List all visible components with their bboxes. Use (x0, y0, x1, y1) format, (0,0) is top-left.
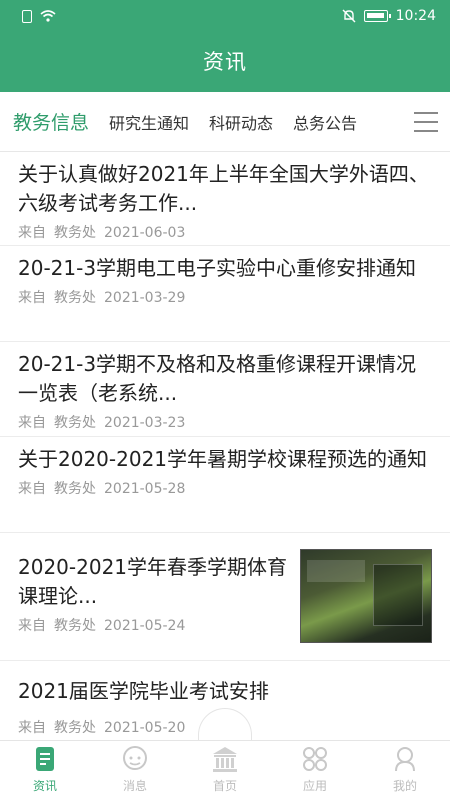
app-header: 10:24 资讯 (0, 0, 450, 92)
status-bar: 10:24 (0, 0, 450, 32)
list-item[interactable]: 20-21-3学期不及格和及格重修课程开课情况一览表（老系统... 来自 教务处 2… (0, 342, 450, 437)
document-icon (36, 747, 54, 771)
date: 2021-05-24 (104, 618, 186, 634)
source: 教务处 (54, 720, 96, 736)
nav-messages[interactable]: 消息 (90, 741, 180, 800)
news-list: 关于认真做好2021年上半年全国大学外语四、六级考试考务工作... 来自 教务处 2… (0, 152, 450, 740)
news-thumbnail (300, 549, 432, 643)
news-title: 关于认真做好2021年上半年全国大学外语四、六级考试考务工作... (18, 162, 429, 215)
date: 2021-05-20 (104, 720, 186, 736)
building-icon (213, 747, 237, 772)
nav-label: 消息 (122, 779, 147, 793)
source-prefix: 来自 (18, 415, 46, 431)
news-title: 20-21-3学期不及格和及格重修课程开课情况一览表（老系统... (18, 352, 417, 405)
nav-label: 应用 (302, 779, 327, 793)
user-icon (395, 747, 415, 772)
source: 教务处 (54, 225, 96, 241)
source: 教务处 (54, 618, 96, 634)
nav-label: 我的 (392, 779, 417, 793)
source-prefix: 来自 (18, 481, 46, 497)
date: 2021-05-28 (104, 481, 186, 497)
apps-icon (303, 747, 327, 771)
list-item[interactable]: 关于认真做好2021年上半年全国大学外语四、六级考试考务工作... 来自 教务处 2… (0, 152, 450, 246)
source-prefix: 来自 (18, 290, 46, 306)
nav-label: 首页 (212, 779, 237, 793)
nav-apps[interactable]: 应用 (270, 741, 360, 800)
source: 教务处 (54, 481, 96, 497)
list-item[interactable]: 2020-2021学年春季学期体育课理论... 来自 教务处 2021-05-24 (0, 533, 450, 661)
nav-home[interactable]: 首页 (180, 741, 270, 800)
news-title: 关于2020-2021学年暑期学校课程预选的通知 (18, 447, 428, 471)
source-prefix: 来自 (18, 720, 46, 736)
tab-general-affairs[interactable]: 总务公告 (293, 110, 357, 134)
list-item[interactable]: 20-21-3学期电工电子实验中心重修安排通知 来自 教务处 2021-03-29 (0, 246, 450, 342)
tab-academic-affairs[interactable]: 教务信息 (13, 108, 89, 135)
tab-graduate-notices[interactable]: 研究生通知 (109, 110, 189, 134)
source-prefix: 来自 (18, 618, 46, 634)
wifi-icon (40, 10, 56, 22)
mute-bell-icon (342, 9, 356, 23)
tab-research-news[interactable]: 科研动态 (209, 110, 273, 134)
news-title: 2021届医学院毕业考试安排 (18, 679, 269, 703)
chat-icon (123, 746, 147, 770)
bottom-nav: 资讯 消息 首页 应用 我的 (0, 740, 450, 800)
date: 2021-06-03 (104, 225, 186, 241)
nav-label: 资讯 (32, 779, 57, 793)
nav-news[interactable]: 资讯 (0, 741, 90, 800)
news-title: 2020-2021学年春季学期体育课理论... (18, 555, 288, 608)
menu-icon[interactable] (414, 112, 438, 132)
page-title: 资讯 (203, 50, 247, 74)
news-title: 20-21-3学期电工电子实验中心重修安排通知 (18, 256, 417, 280)
list-item[interactable]: 关于2020-2021学年暑期学校课程预选的通知 来自 教务处 2021-05-28 (0, 437, 450, 533)
source: 教务处 (54, 290, 96, 306)
nav-profile[interactable]: 我的 (360, 741, 450, 800)
date: 2021-03-23 (104, 415, 186, 431)
status-time: 10:24 (395, 8, 436, 24)
category-tabs: 教务信息 研究生通知 科研动态 总务公告 (0, 92, 450, 152)
battery-icon (363, 10, 391, 22)
source-prefix: 来自 (18, 225, 46, 241)
sim-card-icon (22, 9, 32, 23)
date: 2021-03-29 (104, 290, 186, 306)
source: 教务处 (54, 415, 96, 431)
